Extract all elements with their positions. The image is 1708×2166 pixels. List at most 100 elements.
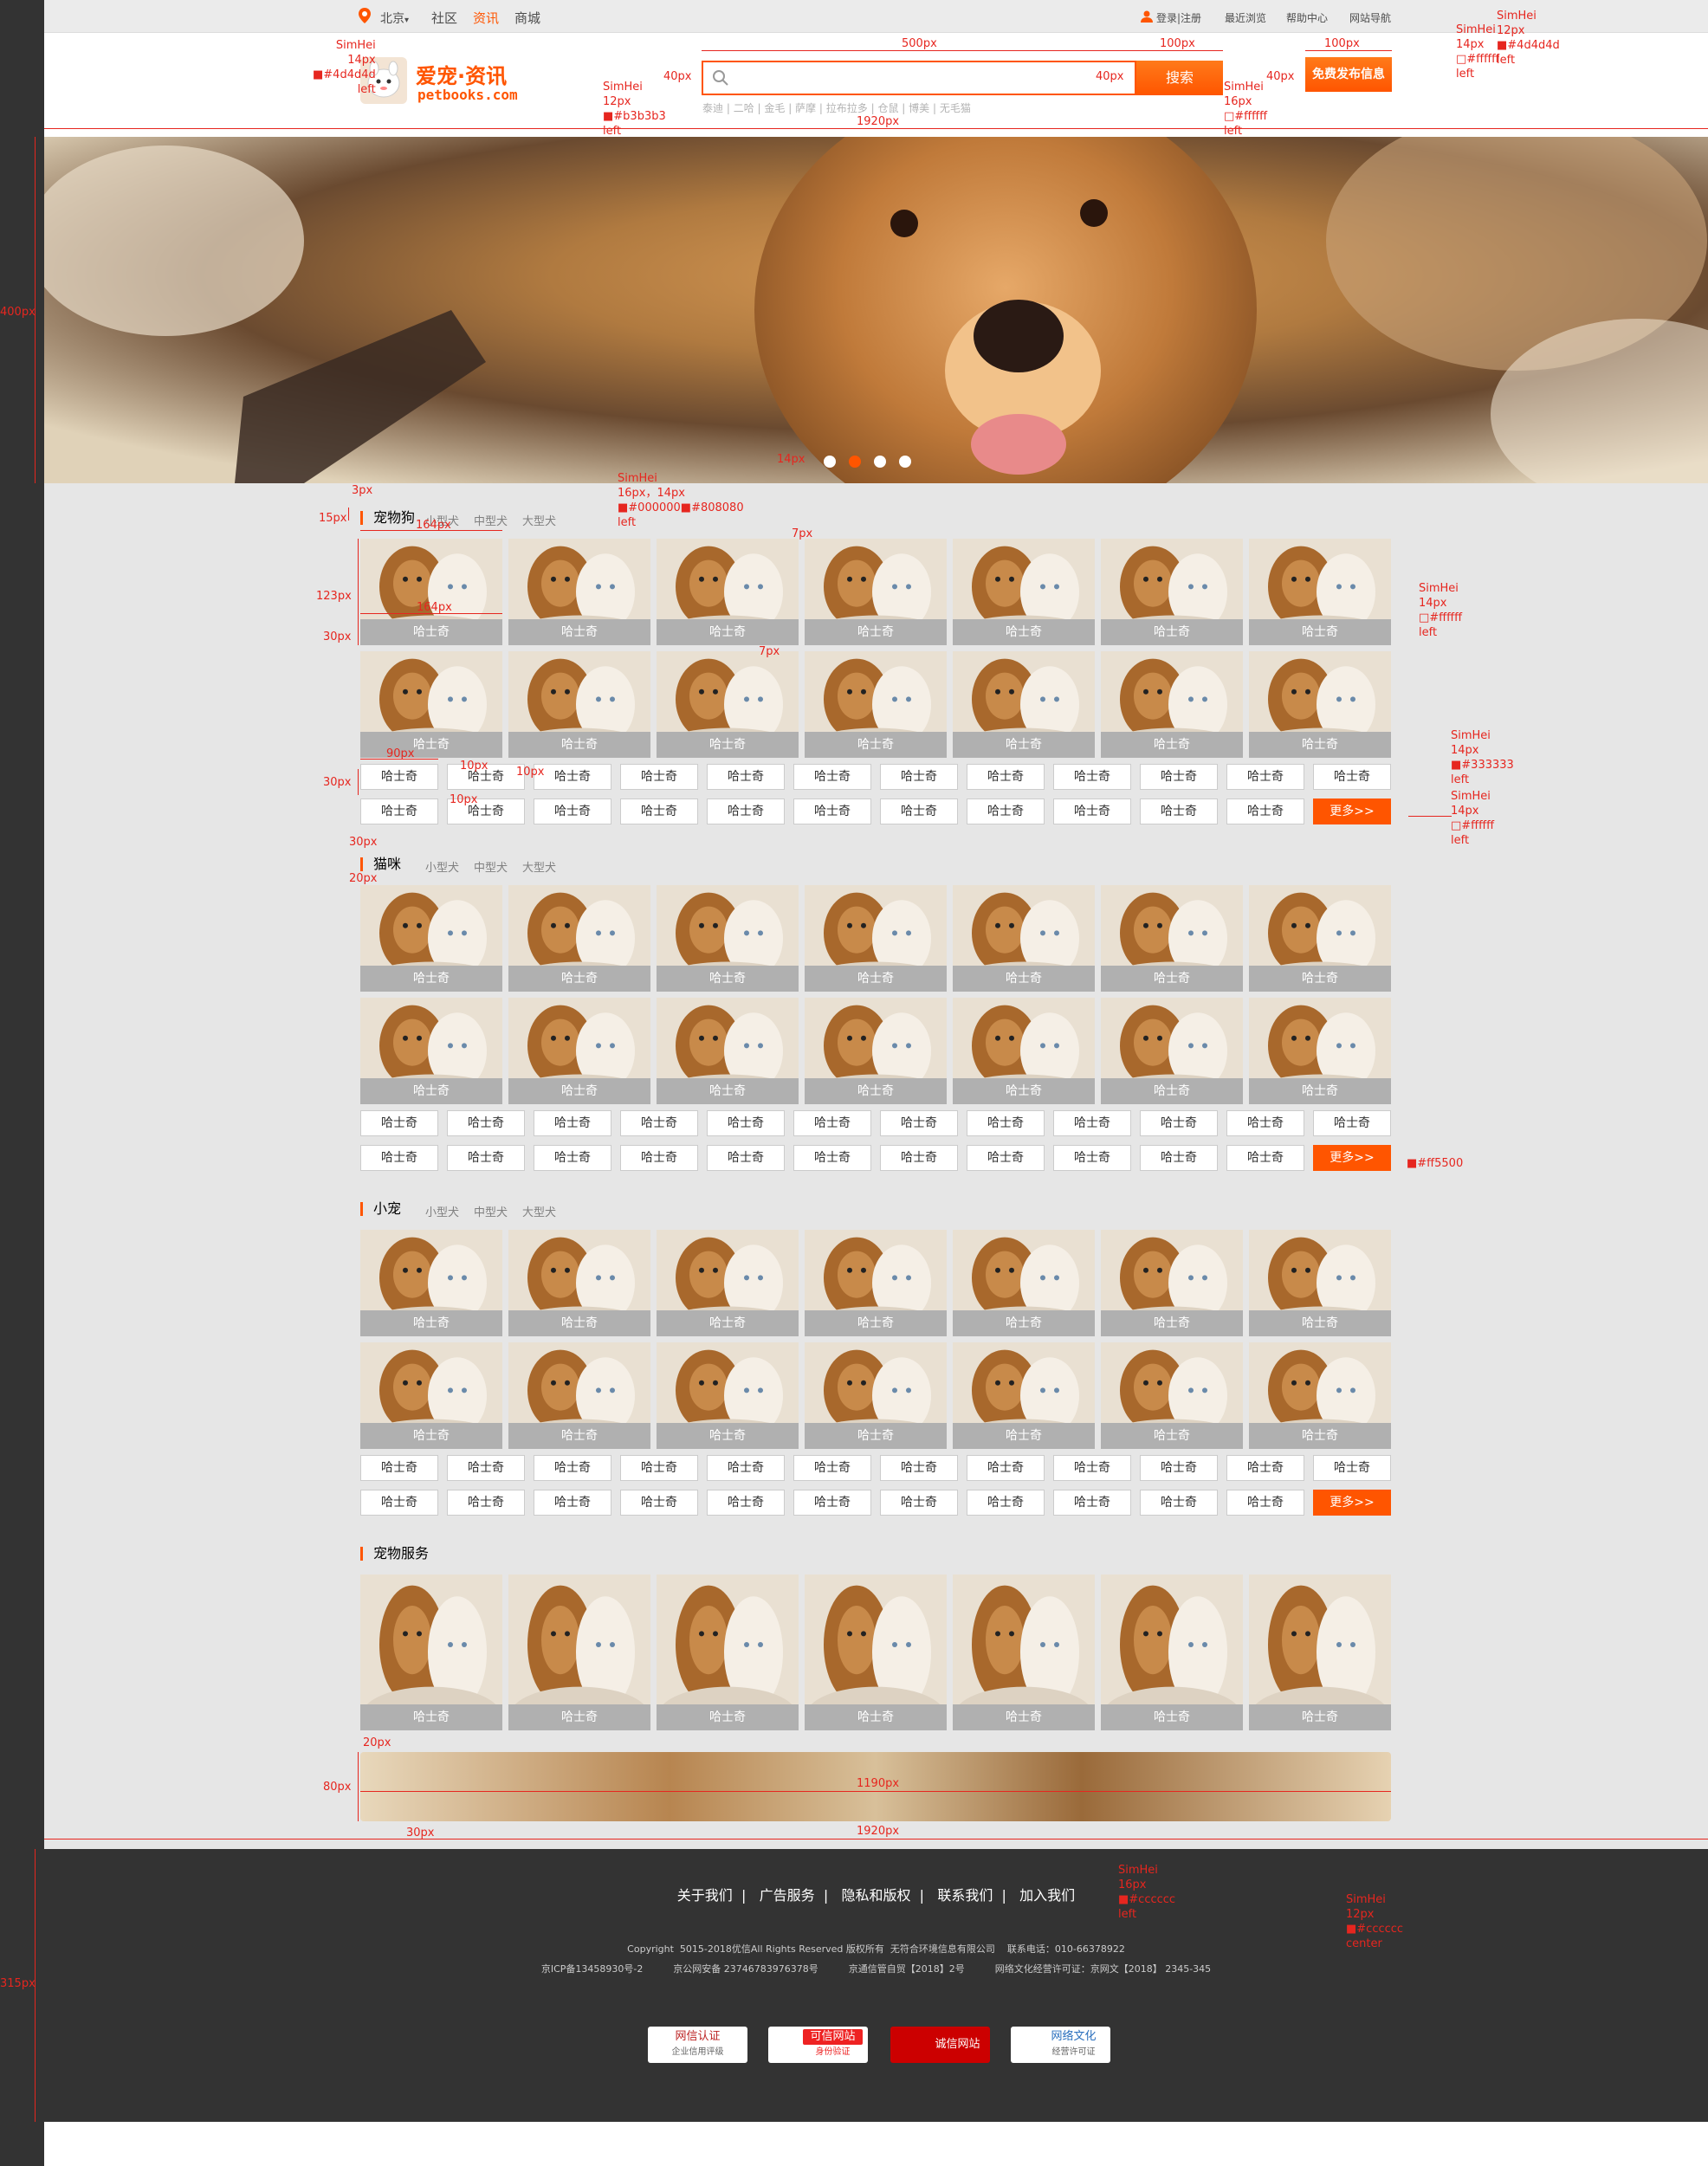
- tag-button[interactable]: 哈士奇: [967, 1110, 1045, 1136]
- pet-card[interactable]: 哈士奇: [953, 539, 1095, 645]
- hot-word[interactable]: 泰迪: [702, 102, 723, 114]
- tag-button[interactable]: 哈士奇: [360, 1490, 438, 1516]
- tag-button[interactable]: 哈士奇: [1140, 799, 1218, 824]
- help-center-link[interactable]: 帮助中心: [1286, 10, 1328, 25]
- tag-button[interactable]: 哈士奇: [534, 1145, 611, 1171]
- pet-card[interactable]: 哈士奇: [953, 998, 1095, 1104]
- tag-button[interactable]: 哈士奇: [620, 1110, 698, 1136]
- tag-button[interactable]: 哈士奇: [1053, 1145, 1131, 1171]
- tag-button[interactable]: 哈士奇: [534, 1490, 611, 1516]
- section-subcategory[interactable]: 小型犬: [425, 1203, 459, 1219]
- more-button[interactable]: 更多>>: [1313, 1145, 1391, 1171]
- tag-button[interactable]: 哈士奇: [793, 1455, 871, 1481]
- pet-card[interactable]: 哈士奇: [805, 1230, 947, 1336]
- tag-button[interactable]: 哈士奇: [707, 1110, 785, 1136]
- tag-button[interactable]: 哈士奇: [1226, 1455, 1304, 1481]
- tag-button[interactable]: 哈士奇: [1053, 764, 1131, 790]
- tag-button[interactable]: 哈士奇: [1313, 764, 1391, 790]
- tag-button[interactable]: 哈士奇: [1313, 1455, 1391, 1481]
- nav-mall[interactable]: 商城: [514, 9, 540, 27]
- nav-news[interactable]: 资讯: [473, 9, 499, 27]
- site-nav-link[interactable]: 网站导航: [1349, 10, 1391, 25]
- tag-button[interactable]: 哈士奇: [707, 1145, 785, 1171]
- footer-link-privacy[interactable]: 隐私和版权: [841, 1887, 910, 1904]
- pet-card[interactable]: 哈士奇: [360, 1230, 502, 1336]
- pet-card[interactable]: 哈士奇: [508, 651, 650, 758]
- pet-card[interactable]: 哈士奇: [805, 1342, 947, 1449]
- footer-link-contact[interactable]: 联系我们: [937, 1887, 993, 1904]
- pet-card[interactable]: 哈士奇: [360, 539, 502, 645]
- tag-button[interactable]: 哈士奇: [1053, 1110, 1131, 1136]
- pet-card[interactable]: 哈士奇: [1249, 1342, 1391, 1449]
- tag-button[interactable]: 哈士奇: [1226, 1490, 1304, 1516]
- tag-button[interactable]: 哈士奇: [620, 1490, 698, 1516]
- hot-word[interactable]: 博美: [909, 102, 929, 114]
- tag-button[interactable]: 哈士奇: [620, 1455, 698, 1481]
- tag-button[interactable]: 哈士奇: [880, 799, 958, 824]
- carousel-dot-4[interactable]: [899, 456, 911, 468]
- hot-word[interactable]: 仓鼠: [877, 102, 898, 114]
- pet-card[interactable]: 哈士奇: [1101, 539, 1243, 645]
- tag-button[interactable]: 哈士奇: [534, 764, 611, 790]
- recent-browse-link[interactable]: 最近浏览: [1225, 10, 1266, 25]
- pet-card[interactable]: 哈士奇: [953, 1342, 1095, 1449]
- tag-button[interactable]: 哈士奇: [447, 1145, 525, 1171]
- pet-card[interactable]: 哈士奇: [360, 1342, 502, 1449]
- pet-card[interactable]: 哈士奇: [657, 998, 799, 1104]
- tag-button[interactable]: 哈士奇: [793, 764, 871, 790]
- tag-button[interactable]: 哈士奇: [880, 1455, 958, 1481]
- pet-card[interactable]: 哈士奇: [805, 539, 947, 645]
- badge-trusted-site[interactable]: 可信网站 身份验证: [768, 2027, 868, 2063]
- pet-card[interactable]: 哈士奇: [657, 1342, 799, 1449]
- pet-card[interactable]: 哈士奇: [508, 998, 650, 1104]
- tag-button[interactable]: 哈士奇: [1140, 764, 1218, 790]
- carousel-dot-1[interactable]: [824, 456, 836, 468]
- tag-button[interactable]: 哈士奇: [620, 764, 698, 790]
- nav-community[interactable]: 社区: [431, 9, 457, 27]
- badge-wangxin[interactable]: 网信认证 企业信用评级: [648, 2027, 747, 2063]
- hot-word[interactable]: 拉布拉多: [826, 102, 868, 114]
- pet-card[interactable]: 哈士奇: [657, 1574, 799, 1730]
- tag-button[interactable]: 哈士奇: [793, 799, 871, 824]
- tag-button[interactable]: 哈士奇: [967, 1145, 1045, 1171]
- tag-button[interactable]: 哈士奇: [707, 1455, 785, 1481]
- search-button[interactable]: 搜索: [1136, 61, 1223, 95]
- badge-integrity-site[interactable]: 诚信网站: [890, 2027, 990, 2063]
- tag-button[interactable]: 哈士奇: [534, 799, 611, 824]
- tag-button[interactable]: 哈士奇: [620, 799, 698, 824]
- section-subcategory[interactable]: 大型犬: [522, 858, 556, 875]
- tag-button[interactable]: 哈士奇: [793, 1490, 871, 1516]
- carousel-dot-2[interactable]: [849, 456, 861, 468]
- pet-card[interactable]: 哈士奇: [1101, 651, 1243, 758]
- tag-button[interactable]: 哈士奇: [707, 1490, 785, 1516]
- pet-card[interactable]: 哈士奇: [360, 651, 502, 758]
- pet-card[interactable]: 哈士奇: [953, 885, 1095, 992]
- tag-button[interactable]: 哈士奇: [620, 1145, 698, 1171]
- tag-button[interactable]: 哈士奇: [967, 1490, 1045, 1516]
- section-subcategory[interactable]: 中型犬: [474, 858, 508, 875]
- pet-card[interactable]: 哈士奇: [1249, 885, 1391, 992]
- tag-button[interactable]: 哈士奇: [1226, 1110, 1304, 1136]
- section-subcategory[interactable]: 小型犬: [425, 858, 459, 875]
- pet-card[interactable]: 哈士奇: [1249, 1230, 1391, 1336]
- tag-button[interactable]: 哈士奇: [967, 799, 1045, 824]
- section-subcategory[interactable]: 大型犬: [522, 1203, 556, 1219]
- pet-card[interactable]: 哈士奇: [953, 1230, 1095, 1336]
- tag-button[interactable]: 哈士奇: [1053, 799, 1131, 824]
- pet-card[interactable]: 哈士奇: [657, 885, 799, 992]
- tag-button[interactable]: 哈士奇: [447, 1110, 525, 1136]
- pet-card[interactable]: 哈士奇: [1101, 1230, 1243, 1336]
- tag-button[interactable]: 哈士奇: [1226, 799, 1304, 824]
- tag-button[interactable]: 哈士奇: [1226, 1145, 1304, 1171]
- section-subcategory[interactable]: 大型犬: [522, 512, 556, 528]
- logo[interactable]: 爱宠·资讯 petbooks.com: [360, 55, 534, 104]
- tag-button[interactable]: 哈士奇: [1140, 1455, 1218, 1481]
- pet-card[interactable]: 哈士奇: [657, 1230, 799, 1336]
- tag-button[interactable]: 哈士奇: [360, 1145, 438, 1171]
- tag-button[interactable]: 哈士奇: [1140, 1145, 1218, 1171]
- tag-button[interactable]: 哈士奇: [360, 764, 438, 790]
- section-subcategory[interactable]: 中型犬: [474, 1203, 508, 1219]
- pet-card[interactable]: 哈士奇: [508, 885, 650, 992]
- tag-button[interactable]: 哈士奇: [880, 1145, 958, 1171]
- tag-button[interactable]: 哈士奇: [880, 1490, 958, 1516]
